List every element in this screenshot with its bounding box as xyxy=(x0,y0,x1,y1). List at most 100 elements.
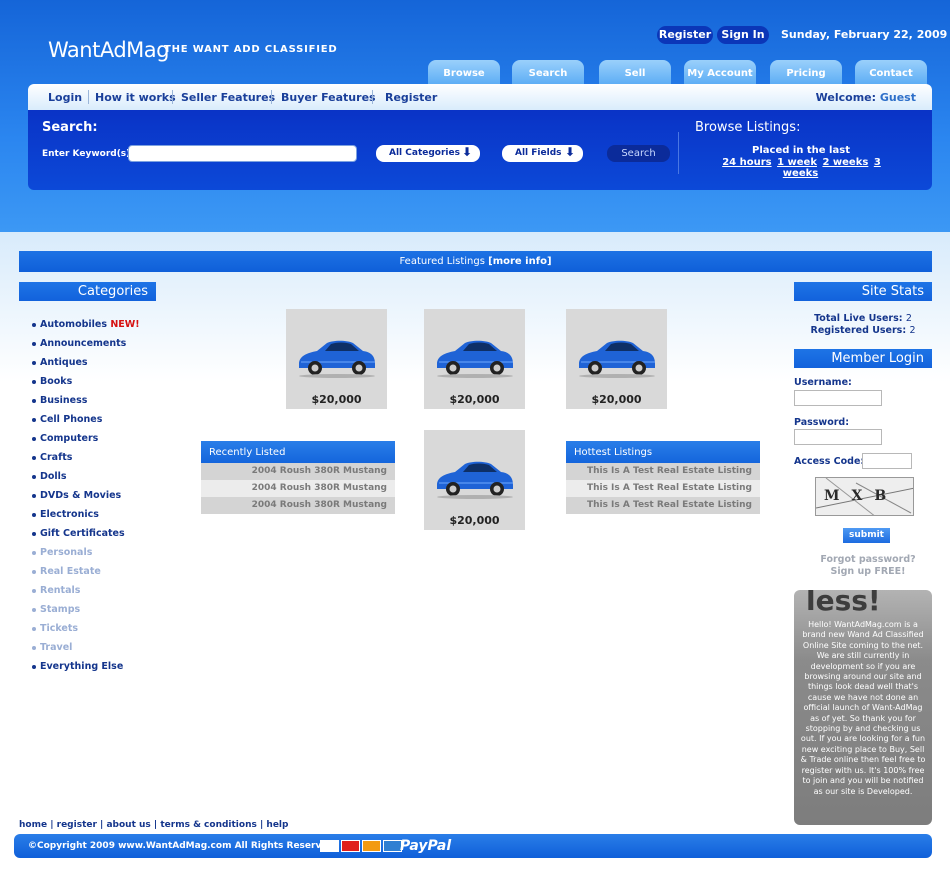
register-top-button[interactable]: Register xyxy=(657,26,713,44)
category-label: Automobiles xyxy=(40,319,111,330)
signin-top-button[interactable]: Sign In xyxy=(717,26,769,44)
category-item[interactable]: Real Estate xyxy=(32,565,162,584)
new-badge: NEW! xyxy=(110,319,140,330)
tab-my-account[interactable]: My Account xyxy=(684,60,756,84)
category-item[interactable]: Computers xyxy=(32,432,162,451)
footer-terms-link[interactable]: terms & conditions xyxy=(160,820,256,830)
featured-more-info-link[interactable]: [more info] xyxy=(488,256,551,267)
footer-links: home | register | about us | terms & con… xyxy=(19,820,289,830)
recent-listing-link[interactable]: 2004 Roush 380R Mustang xyxy=(201,463,395,480)
category-item[interactable]: Stamps xyxy=(32,603,162,622)
category-item[interactable]: Cell Phones xyxy=(32,413,162,432)
hottest-listing-link[interactable]: This Is A Test Real Estate Listing xyxy=(566,463,760,480)
field-select[interactable]: All Fields ⬇ xyxy=(502,145,583,162)
live-users-row: Total Live Users: 2 xyxy=(794,313,932,325)
category-item[interactable]: Books xyxy=(32,375,162,394)
nav-seller-features[interactable]: Seller Features xyxy=(181,91,275,104)
browse-1-week-link[interactable]: 1 week xyxy=(777,157,817,168)
info-decorative-text: less! xyxy=(806,590,881,617)
hottest-listings-box: Hottest Listings This Is A Test Real Est… xyxy=(566,441,760,514)
hottest-listing-link[interactable]: This Is A Test Real Estate Listing xyxy=(566,480,760,497)
category-item[interactable]: Announcements xyxy=(32,337,162,356)
nav-login[interactable]: Login xyxy=(48,91,82,104)
category-item[interactable]: Tickets xyxy=(32,622,162,641)
car-image xyxy=(299,340,375,378)
forgot-password-link[interactable]: Forgot password? xyxy=(794,554,942,566)
category-item[interactable]: DVDs & Movies xyxy=(32,489,162,508)
info-text: Hello! WantAdMag.com is a brand new Wand… xyxy=(800,620,926,796)
listing-card[interactable]: $20,000 xyxy=(424,430,525,530)
category-item[interactable]: Automobiles NEW! xyxy=(32,318,162,337)
bullet-icon xyxy=(32,323,36,327)
search-panel: Search: Enter Keyword(s): All Categories… xyxy=(28,110,932,190)
captcha-image: MXB xyxy=(815,477,914,516)
tab-pricing[interactable]: Pricing xyxy=(770,60,842,84)
nav-how-it-works[interactable]: How it works xyxy=(95,91,176,104)
discover-card-icon xyxy=(362,840,381,852)
mastercard-icon xyxy=(341,840,360,852)
keyword-input[interactable] xyxy=(128,145,357,162)
bullet-icon xyxy=(32,494,36,498)
site-stats: Total Live Users: 2 Registered Users: 2 xyxy=(794,313,932,337)
category-item[interactable]: Travel xyxy=(32,641,162,660)
nav-register[interactable]: Register xyxy=(385,91,437,104)
category-item[interactable]: Everything Else xyxy=(32,660,162,679)
password-label: Password: xyxy=(794,417,850,428)
category-select-value: All Categories xyxy=(389,148,460,158)
category-item[interactable]: Personals xyxy=(32,546,162,565)
hottest-listing-link[interactable]: This Is A Test Real Estate Listing xyxy=(566,497,760,514)
car-image xyxy=(579,340,655,378)
tab-search[interactable]: Search xyxy=(512,60,584,84)
browse-listings-subtitle: Placed in the last xyxy=(752,145,850,156)
visa-card-icon xyxy=(320,840,339,852)
listing-card[interactable]: $20,000 xyxy=(286,309,387,409)
password-input[interactable] xyxy=(794,429,882,445)
bullet-icon xyxy=(32,399,36,403)
welcome-info-box: less! Hello! WantAdMag.com is a brand ne… xyxy=(794,590,932,825)
category-label: Cell Phones xyxy=(40,414,103,425)
down-arrow-icon: ⬇ xyxy=(461,145,472,159)
access-code-input[interactable] xyxy=(862,453,912,469)
footer-help-link[interactable]: help xyxy=(266,820,288,830)
car-image xyxy=(437,461,513,499)
listing-card[interactable]: $20,000 xyxy=(566,309,667,409)
category-item[interactable]: Antiques xyxy=(32,356,162,375)
signup-link[interactable]: Sign up FREE! xyxy=(794,566,942,578)
listing-card[interactable]: $20,000 xyxy=(424,309,525,409)
browse-2-weeks-link[interactable]: 2 weeks xyxy=(822,157,868,168)
login-submit-button[interactable]: submit xyxy=(843,528,890,543)
tab-sell[interactable]: Sell xyxy=(599,60,671,84)
category-label: Tickets xyxy=(40,623,79,634)
browse-24-hours-link[interactable]: 24 hours xyxy=(722,157,771,168)
field-select-value: All Fields xyxy=(515,148,562,158)
category-item[interactable]: Gift Certificates xyxy=(32,527,162,546)
car-image xyxy=(437,340,513,378)
recent-listing-link[interactable]: 2004 Roush 380R Mustang xyxy=(201,497,395,514)
bullet-icon xyxy=(32,665,36,669)
category-item[interactable]: Rentals xyxy=(32,584,162,603)
welcome-user: Guest xyxy=(879,91,916,104)
search-button[interactable]: Search xyxy=(607,145,670,162)
access-code-label: Access Code: xyxy=(794,456,865,467)
site-tagline: THE WANT ADD CLASSIFIED xyxy=(164,44,338,55)
tab-browse[interactable]: Browse xyxy=(428,60,500,84)
recent-listing-link[interactable]: 2004 Roush 380R Mustang xyxy=(201,480,395,497)
category-item[interactable]: Crafts xyxy=(32,451,162,470)
site-logo[interactable]: WantAdMag xyxy=(48,38,169,62)
footer-register-link[interactable]: register xyxy=(57,820,97,830)
category-item[interactable]: Dolls xyxy=(32,470,162,489)
bullet-icon xyxy=(32,589,36,593)
footer-about-link[interactable]: about us xyxy=(106,820,150,830)
nav-buyer-features[interactable]: Buyer Features xyxy=(281,91,376,104)
category-label: Books xyxy=(40,376,73,387)
footer-home-link[interactable]: home xyxy=(19,820,47,830)
username-input[interactable] xyxy=(794,390,882,406)
category-item[interactable]: Business xyxy=(32,394,162,413)
nav-bar: Login How it works Seller Features Buyer… xyxy=(28,84,932,110)
category-select[interactable]: All Categories ⬇ xyxy=(376,145,480,162)
tab-contact[interactable]: Contact xyxy=(855,60,927,84)
category-item[interactable]: Electronics xyxy=(32,508,162,527)
bullet-icon xyxy=(32,570,36,574)
categories-header: Categories xyxy=(19,282,156,301)
member-login-header: Member Login xyxy=(794,349,932,368)
